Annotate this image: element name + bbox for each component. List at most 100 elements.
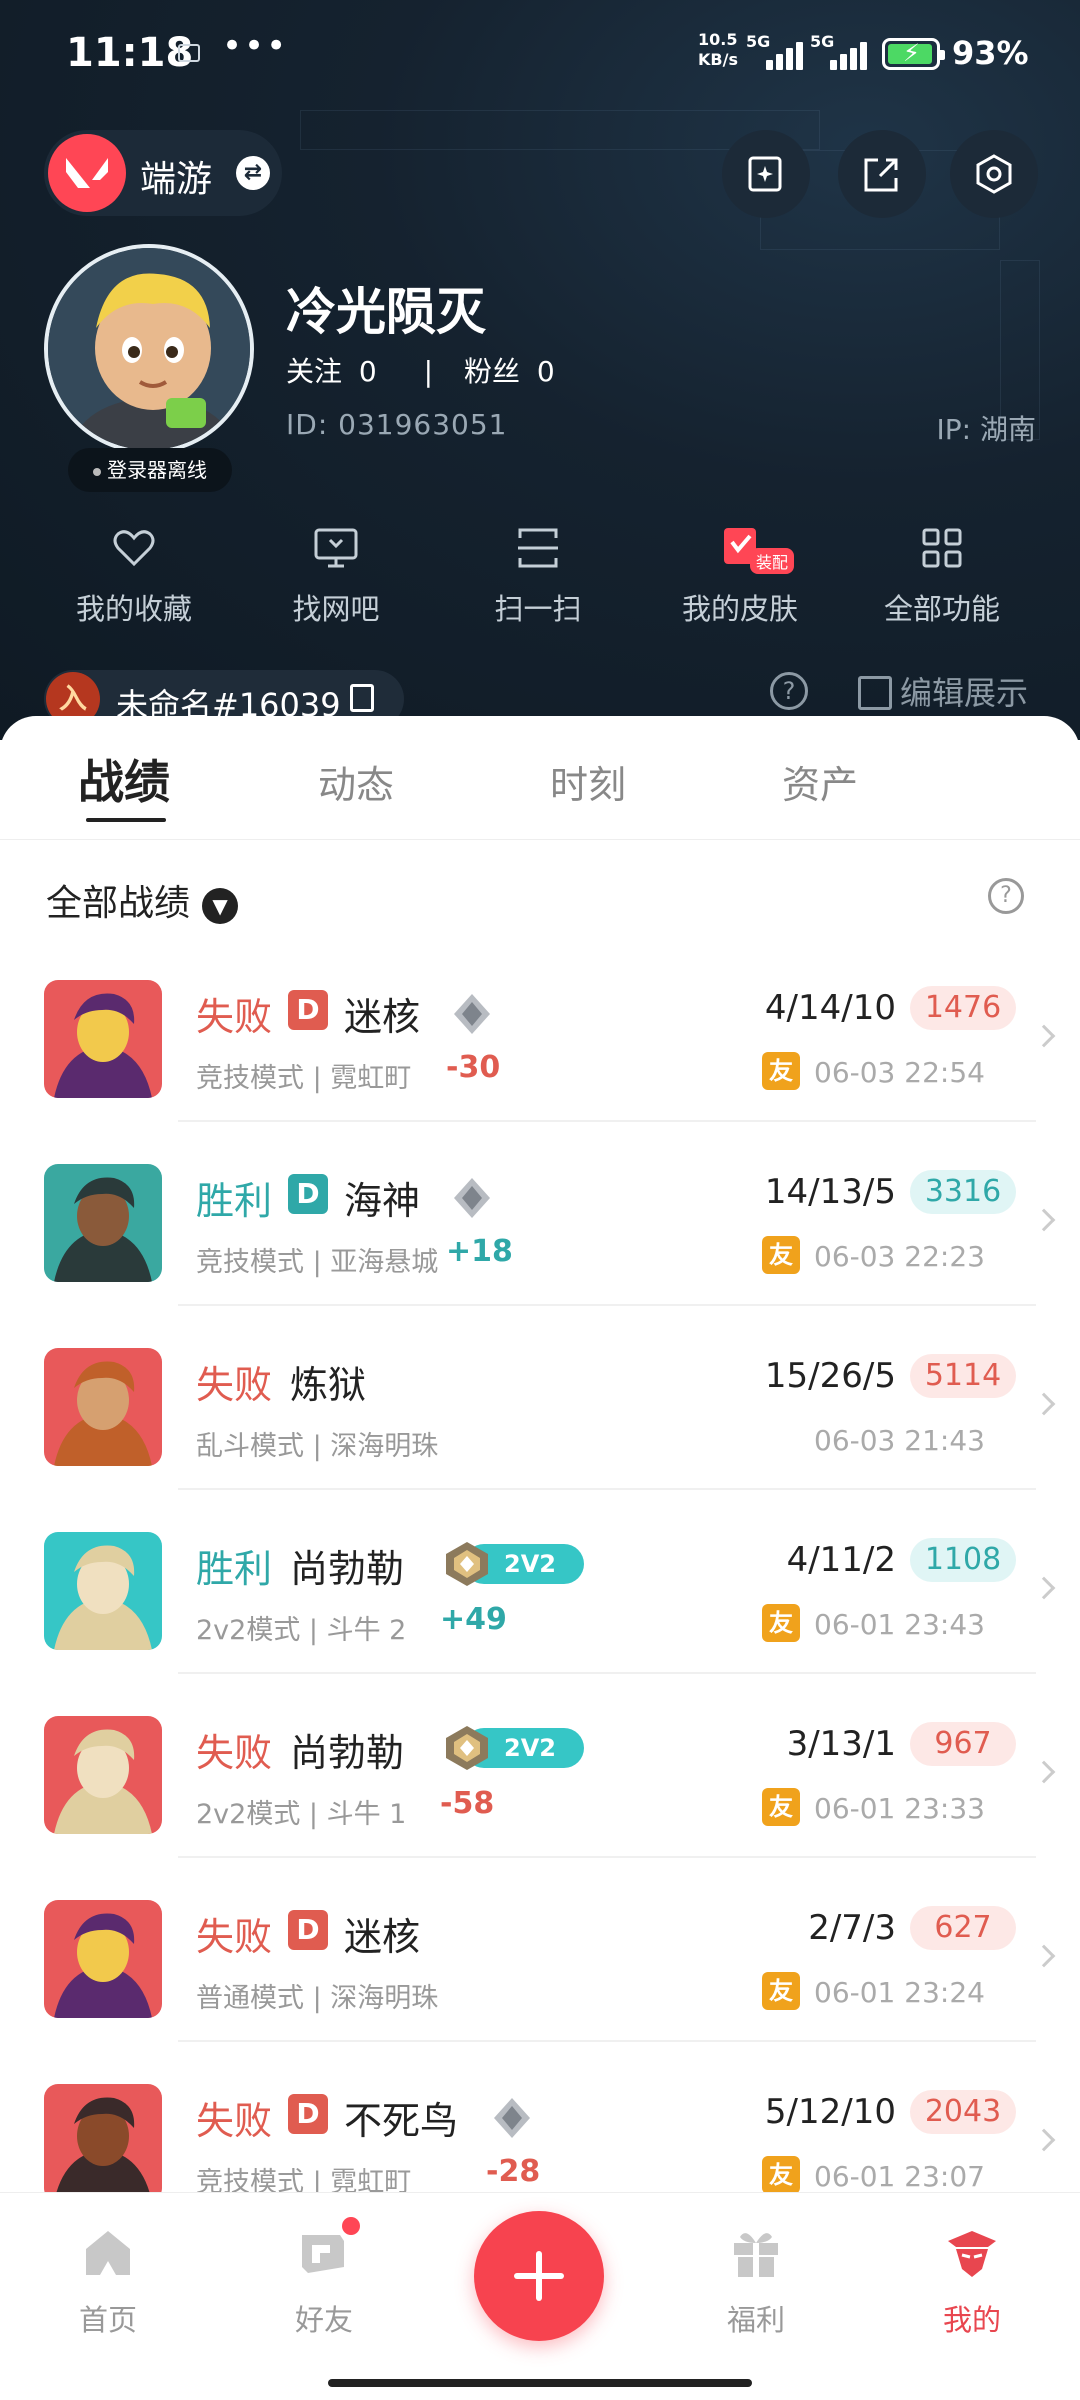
scan-icon xyxy=(518,528,558,568)
match-time: 06-01 23:43 xyxy=(814,1608,985,1641)
agent-name: 尚勃勒 xyxy=(290,1547,405,1591)
match-time: 06-01 23:33 xyxy=(814,1792,985,1825)
heart-icon xyxy=(113,530,155,567)
quick-favorites[interactable]: 我的收藏 xyxy=(44,516,224,636)
profile-icon xyxy=(942,2223,1002,2283)
friend-tag: 友 xyxy=(762,1788,800,1826)
mode-label: 端游 xyxy=(140,159,213,200)
match-row[interactable]: 失败 D 迷核 普通模式 | 深海明珠 2/7/3 627 友 06-01 23:24 xyxy=(0,1858,1080,2042)
tab-feed[interactable]: 动态 xyxy=(318,754,394,809)
combat-score: 2043 xyxy=(910,2090,1016,2134)
match-row[interactable]: 失败 炼狱 乱斗模式 | 深海明珠 15/26/5 5114 06-03 21:43 xyxy=(0,1306,1080,1490)
help-icon[interactable]: ? xyxy=(988,878,1024,914)
records-sheet: 战绩 动态 时刻 资产 全部战绩 ▼ ? 失败 D 迷核 竞技模式 | 霓虹町 -30 4/… xyxy=(0,716,1080,2192)
match-time: 06-01 23:24 xyxy=(814,1976,985,2009)
settings-button[interactable] xyxy=(950,130,1038,218)
rank-delta: -28 xyxy=(486,2154,541,2189)
friend-tag: 友 xyxy=(762,1604,800,1642)
match-result: 失败 xyxy=(196,1363,273,1407)
agent-portrait xyxy=(44,2084,162,2192)
match-result: 胜利 xyxy=(196,1179,273,1223)
battery-percent: 93% xyxy=(952,34,1029,72)
nav-me[interactable]: 我的 xyxy=(912,2223,1032,2339)
records-filter[interactable]: 全部战绩 ▼ xyxy=(46,874,239,926)
chevron-right-icon xyxy=(1032,1208,1056,1232)
gear-icon xyxy=(976,154,1012,194)
monitor-icon xyxy=(314,528,358,568)
match-row[interactable]: 胜利 D 海神 竞技模式 | 亚海悬城 +18 14/13/5 3316 友 06-03 22:… xyxy=(0,1122,1080,1306)
quick-all-features[interactable]: 全部功能 xyxy=(852,516,1032,636)
avatar[interactable] xyxy=(44,244,254,454)
combat-score: 967 xyxy=(910,1722,1016,1766)
friend-tag: 友 xyxy=(762,1236,800,1274)
ip-location: IP: 湖南 xyxy=(936,413,1036,446)
status-bar: 11:18 ••• 10.5 KB/s 5G 5G ⚡ 93% xyxy=(0,0,1080,110)
nav-friends[interactable]: 好友 xyxy=(264,2217,384,2339)
match-mode: 竞技模式 | 霓虹町 xyxy=(196,1063,412,1094)
follow-link[interactable]: 关注 0 xyxy=(286,355,385,388)
network-speed: 10.5 KB/s xyxy=(698,30,738,69)
quick-actions: 我的收藏 找网吧 扫一扫 装配 我的皮肤 全部功能 xyxy=(0,516,1080,636)
match-row[interactable]: 失败 D 迷核 竞技模式 | 霓虹町 -30 4/14/10 1476 友 06-03 22:5… xyxy=(0,938,1080,1122)
match-result: 失败 xyxy=(196,995,273,1039)
match-result: 失败 xyxy=(196,2099,273,2143)
nav-home[interactable]: 首页 xyxy=(48,2223,168,2339)
match-time: 06-01 23:07 xyxy=(814,2160,985,2192)
match-row[interactable]: 胜利 尚勃勒 2v2模式 | 斗牛 2 2V2 +49 4/11/2 1108 友 06-01 … xyxy=(0,1490,1080,1674)
match-mode: 2v2模式 | 斗牛 1 xyxy=(196,1799,407,1830)
avatar-image xyxy=(48,248,250,450)
chevron-right-icon xyxy=(1032,1392,1056,1416)
mode-switch-button[interactable]: 端游 ⇄ xyxy=(44,130,282,216)
signal-icon: 5G xyxy=(746,32,816,72)
clock: 11:18 xyxy=(66,30,194,76)
match-time: 06-03 22:54 xyxy=(814,1056,985,1089)
kda: 15/26/5 xyxy=(764,1356,896,1396)
agent-name: 海神 xyxy=(344,1179,421,1223)
match-result: 失败 xyxy=(196,1731,273,1775)
tab-indicator xyxy=(86,818,166,824)
rank-diamond-icon xyxy=(454,1178,490,1218)
tab-moments[interactable]: 时刻 xyxy=(550,754,626,809)
tab-assets[interactable]: 资产 xyxy=(782,754,858,809)
rank-delta: +18 xyxy=(446,1234,513,1269)
rank-emblem-icon xyxy=(446,1726,488,1770)
rank-delta: -58 xyxy=(440,1786,495,1821)
match-row[interactable]: 失败 D 不死鸟 竞技模式 | 霓虹町 -28 5/12/10 2043 友 06-01 23:… xyxy=(0,2042,1080,2192)
quick-scan[interactable]: 扫一扫 xyxy=(448,516,628,636)
match-time: 06-03 22:23 xyxy=(814,1240,985,1273)
chevron-down-icon: ▼ xyxy=(202,888,239,924)
quick-my-skins[interactable]: 装配 我的皮肤 xyxy=(650,516,830,636)
chevron-right-icon xyxy=(1032,1576,1056,1600)
match-row[interactable]: 失败 尚勃勒 2v2模式 | 斗牛 1 2V2 -58 3/13/1 967 友 06-01 2… xyxy=(0,1674,1080,1858)
quick-find-netcafe[interactable]: 找网吧 xyxy=(246,516,426,636)
combat-score: 1476 xyxy=(910,986,1016,1030)
tab-records[interactable]: 战绩 xyxy=(78,746,170,812)
agent-portrait xyxy=(44,1348,162,1466)
fans-link[interactable]: 粉丝 0 xyxy=(464,355,563,388)
edit-icon xyxy=(858,676,892,710)
share-button[interactable] xyxy=(838,130,926,218)
kda: 3/13/1 xyxy=(786,1724,896,1764)
help-icon[interactable]: ? xyxy=(770,672,808,710)
friend-tag: 友 xyxy=(762,1972,800,2010)
copy-icon[interactable] xyxy=(350,684,374,712)
user-id: ID: 031963051 xyxy=(286,408,508,441)
edit-display-button[interactable]: 编辑展示 xyxy=(858,668,1028,714)
combat-score: 1108 xyxy=(910,1538,1016,1582)
agent-name: 炼狱 xyxy=(290,1363,367,1407)
rank-diamond-icon xyxy=(494,2098,530,2138)
mode-2v2-badge[interactable]: 2V2 xyxy=(442,1724,584,1772)
rank-delta: -30 xyxy=(446,1050,501,1085)
chevron-right-icon xyxy=(1032,1760,1056,1784)
nav-benefits[interactable]: 福利 xyxy=(696,2223,816,2339)
kda: 14/13/5 xyxy=(764,1172,896,1212)
swap-icon: ⇄ xyxy=(236,156,270,190)
mode-2v2-badge[interactable]: 2V2 xyxy=(442,1540,584,1588)
chevron-right-icon xyxy=(1032,2128,1056,2152)
create-post-button[interactable] xyxy=(474,2211,604,2341)
agent-name: 不死鸟 xyxy=(344,2099,459,2143)
ai-card-button[interactable] xyxy=(722,130,810,218)
agent-name: 迷核 xyxy=(344,1915,421,1959)
divider: | xyxy=(423,355,434,388)
kda: 5/12/10 xyxy=(764,2092,896,2132)
